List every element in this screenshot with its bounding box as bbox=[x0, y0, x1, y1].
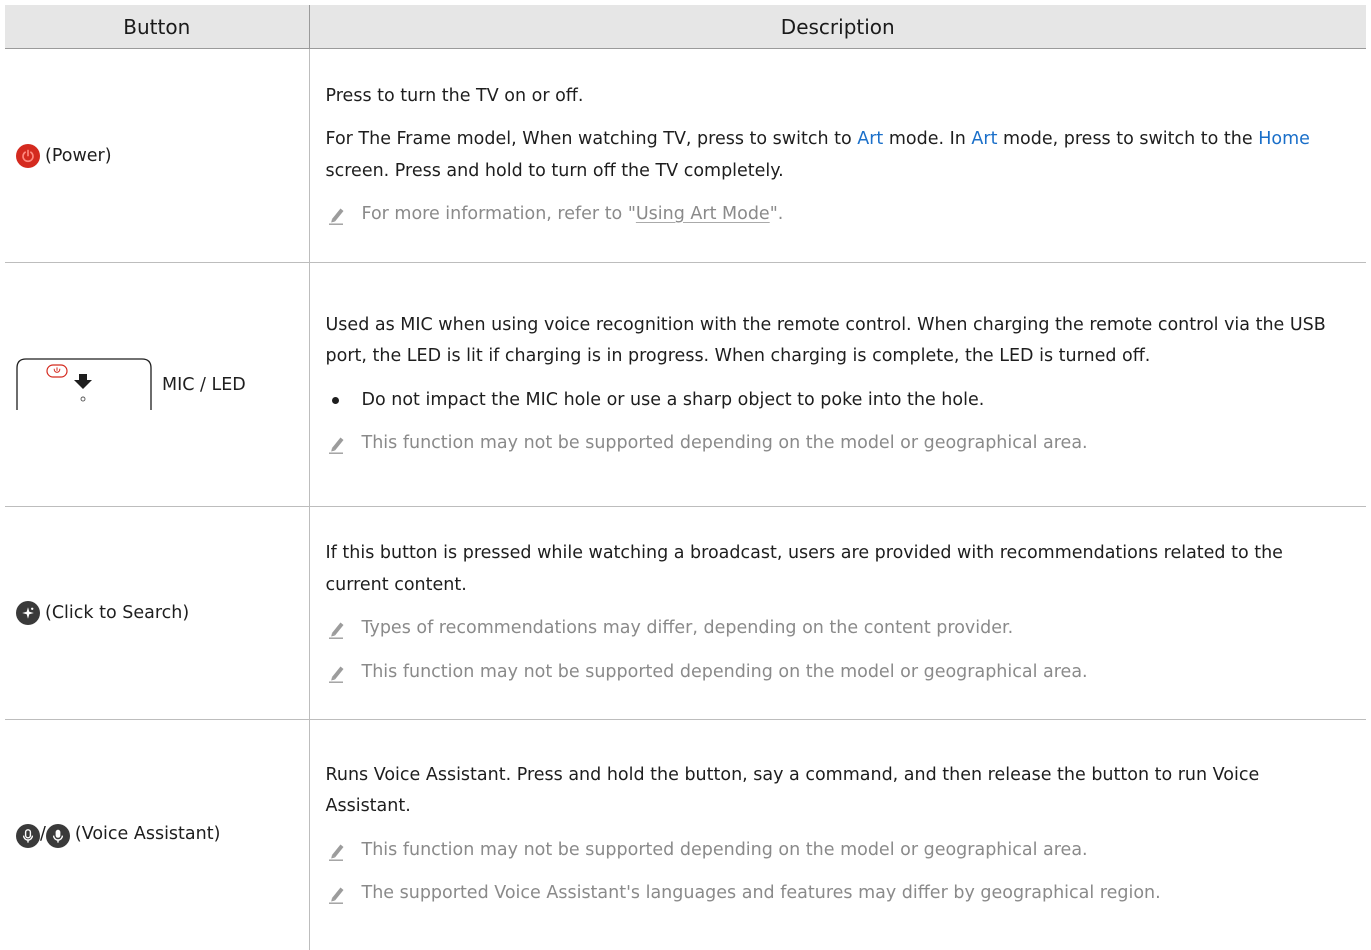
description-cell-voice-assistant: Runs Voice Assistant. Press and hold the… bbox=[309, 720, 1366, 950]
bullet-text: Do not impact the MIC hole or use a shar… bbox=[361, 389, 985, 410]
power-desc-2: For The Frame model, When watching TV, p… bbox=[326, 124, 1347, 187]
note-item: This function may not be supported depen… bbox=[326, 428, 1347, 460]
home-link[interactable]: Home bbox=[1258, 129, 1310, 149]
mic-led-desc: Used as MIC when using voice recognition… bbox=[325, 314, 1326, 367]
art-link[interactable]: Art bbox=[971, 129, 997, 149]
button-label-power: (Power) bbox=[45, 145, 112, 166]
text-fragment: screen. Press and hold to turn off the T… bbox=[325, 160, 784, 181]
click-to-search-icon bbox=[16, 601, 40, 625]
text-fragment: For The Frame model, When watching TV, p… bbox=[325, 129, 858, 149]
art-link[interactable]: Art bbox=[857, 129, 883, 149]
header-description: Description bbox=[309, 5, 1366, 49]
button-label-click-to-search: (Click to Search) bbox=[45, 603, 190, 623]
table-row-mic-led: MIC / LED Used as MIC when using voice r… bbox=[5, 262, 1366, 507]
table-row-click-to-search: (Click to Search) If this button is pres… bbox=[5, 506, 1366, 720]
pencil-icon bbox=[328, 208, 343, 225]
description-cell-power: Press to turn the TV on or off. For The … bbox=[309, 48, 1366, 263]
mic-led-icon bbox=[16, 357, 152, 410]
using-art-mode-link[interactable]: Using Art Mode bbox=[636, 204, 770, 224]
voice-assistant-desc: Runs Voice Assistant. Press and hold the… bbox=[325, 764, 1260, 817]
table-row-voice-assistant: / (Voice Assistant) Runs Voice Assistant… bbox=[5, 719, 1366, 950]
note-text: This function may not be supported depen… bbox=[361, 661, 1088, 682]
note-item: For more information, refer to "Using Ar… bbox=[326, 199, 1347, 231]
note-text: This function may not be supported depen… bbox=[361, 433, 1088, 453]
voice-assistant-label-wrap: / (Voice Assistant) bbox=[16, 819, 249, 850]
note-item: The supported Voice Assistant's language… bbox=[326, 878, 1347, 910]
icon-separator: / bbox=[40, 824, 46, 845]
note-item: Types of recommendations may differ, dep… bbox=[326, 613, 1347, 645]
power-icon bbox=[16, 143, 40, 168]
text-fragment: mode. In bbox=[883, 129, 972, 149]
remote-button-table: Button Description (Power) Press to turn… bbox=[5, 5, 1366, 950]
voice-assistant-icon bbox=[16, 824, 40, 849]
pencil-icon bbox=[328, 887, 343, 905]
note-text: For more information, refer to " bbox=[361, 204, 636, 224]
click-to-search-desc: If this button is pressed while watching… bbox=[325, 543, 1283, 595]
power-desc-1: Press to turn the TV on or off. bbox=[325, 85, 584, 106]
pencil-icon bbox=[328, 622, 343, 639]
button-label-voice-assistant: (Voice Assistant) bbox=[74, 824, 221, 845]
button-cell-power: (Power) bbox=[5, 48, 310, 263]
voice-assistant-alt-icon bbox=[45, 824, 70, 849]
note-text: ". bbox=[769, 204, 784, 224]
bullet-item: Do not impact the MIC hole or use a shar… bbox=[326, 385, 1347, 417]
header-button: Button bbox=[5, 5, 310, 49]
note-item: This function may not be supported depen… bbox=[326, 657, 1347, 689]
table-header-row: Button Description bbox=[5, 5, 1366, 49]
button-cell-voice-assistant: / (Voice Assistant) bbox=[5, 719, 310, 950]
button-label-mic-led: MIC / LED bbox=[162, 374, 246, 395]
pencil-icon bbox=[328, 437, 343, 454]
description-cell-mic-led: Used as MIC when using voice recognition… bbox=[309, 262, 1366, 507]
pencil-icon bbox=[328, 666, 343, 683]
note-item: This function may not be supported depen… bbox=[326, 835, 1347, 867]
note-text: This function may not be supported depen… bbox=[361, 839, 1088, 860]
note-text: Types of recommendations may differ, dep… bbox=[361, 618, 1014, 638]
text-fragment: mode, press to switch to the bbox=[997, 129, 1259, 149]
bullet-dot bbox=[331, 396, 339, 404]
description-cell-click-to-search: If this button is pressed while watching… bbox=[309, 506, 1366, 720]
table-row-power: (Power) Press to turn the TV on or off. … bbox=[5, 48, 1366, 263]
button-cell-click-to-search: (Click to Search) bbox=[5, 506, 310, 720]
button-cell-mic-led: MIC / LED bbox=[5, 262, 310, 507]
pencil-icon bbox=[328, 844, 343, 861]
note-text: The supported Voice Assistant's language… bbox=[361, 883, 1161, 904]
